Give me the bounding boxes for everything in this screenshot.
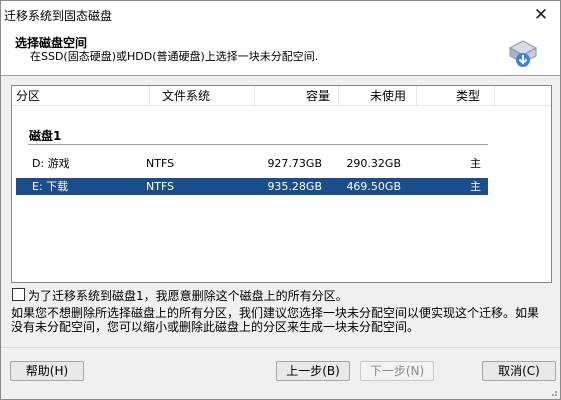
dialog-header: 选择磁盘空间 在SSD(固态硬盘)或HDD(普通硬盘)上选择一块未分配空间. (1, 30, 560, 76)
cell-capacity: 935.28GB (267, 180, 322, 193)
cell-unused: 469.50GB (346, 180, 401, 193)
footer-divider (1, 347, 560, 348)
cell-filesystem: NTFS (146, 157, 175, 170)
disk-label: 磁盘1 (29, 129, 62, 143)
hint-line-2: 没有未分配空间，您可以缩小或删除此磁盘上的分区来生成一块未分配空间。 (11, 320, 420, 334)
cell-partition: E: 下载 (32, 180, 69, 193)
disk-migrate-icon (508, 40, 538, 67)
column-header-type[interactable]: 类型 (417, 86, 495, 106)
cell-partition: D: 游戏 (32, 157, 70, 170)
disk-separator (28, 144, 488, 145)
cancel-button[interactable]: 取消(C) (482, 361, 556, 381)
table-header: 分区 文件系统 容量 未使用 类型 (12, 86, 551, 106)
next-button[interactable]: 下一步(N) (360, 361, 434, 381)
hint-text: 如果您不想删除所选择磁盘上的所有分区，我们建议您选择一块未分配空间以便实现这个迁… (11, 306, 551, 334)
cell-unused: 290.32GB (346, 157, 401, 170)
window-title: 迁移系统到固态磁盘 (4, 9, 113, 23)
migrate-os-dialog: 迁移系统到固态磁盘 ✕ 选择磁盘空间 在SSD(固态硬盘)或HDD(普通硬盘)上… (0, 0, 561, 400)
cell-capacity: 927.73GB (267, 157, 322, 170)
column-header-unused[interactable]: 未使用 (339, 86, 417, 106)
partition-table: 分区 文件系统 容量 未使用 类型 磁盘1 D: 游戏 NTFS 927.73G… (11, 85, 552, 283)
hint-line-1: 如果您不想删除所选择磁盘上的所有分区，我们建议您选择一块未分配空间以便实现这个迁… (11, 306, 540, 320)
title-bar: 迁移系统到固态磁盘 ✕ (1, 1, 560, 30)
resize-grip-icon[interactable] (548, 387, 558, 397)
page-subtitle: 在SSD(固态硬盘)或HDD(普通硬盘)上选择一块未分配空间. (30, 50, 319, 63)
table-row-selected[interactable]: E: 下载 NTFS 935.28GB 469.50GB 主 (16, 178, 488, 195)
delete-partitions-label[interactable]: 为了迁移系统到磁盘1，我愿意删除这个磁盘上的所有分区。 (28, 287, 348, 304)
column-header-capacity[interactable]: 容量 (255, 86, 339, 106)
cell-type: 主 (470, 157, 481, 170)
column-header-filesystem[interactable]: 文件系统 (150, 86, 255, 106)
close-icon[interactable]: ✕ (530, 4, 552, 26)
column-header-partition[interactable]: 分区 (12, 86, 150, 106)
help-button[interactable]: 帮助(H) (10, 361, 84, 381)
table-row[interactable]: D: 游戏 NTFS 927.73GB 290.32GB 主 (16, 155, 488, 172)
delete-partitions-checkbox[interactable] (12, 288, 25, 301)
back-button[interactable]: 上一步(B) (276, 361, 350, 381)
cell-filesystem: NTFS (146, 180, 175, 193)
cell-type: 主 (470, 180, 481, 193)
